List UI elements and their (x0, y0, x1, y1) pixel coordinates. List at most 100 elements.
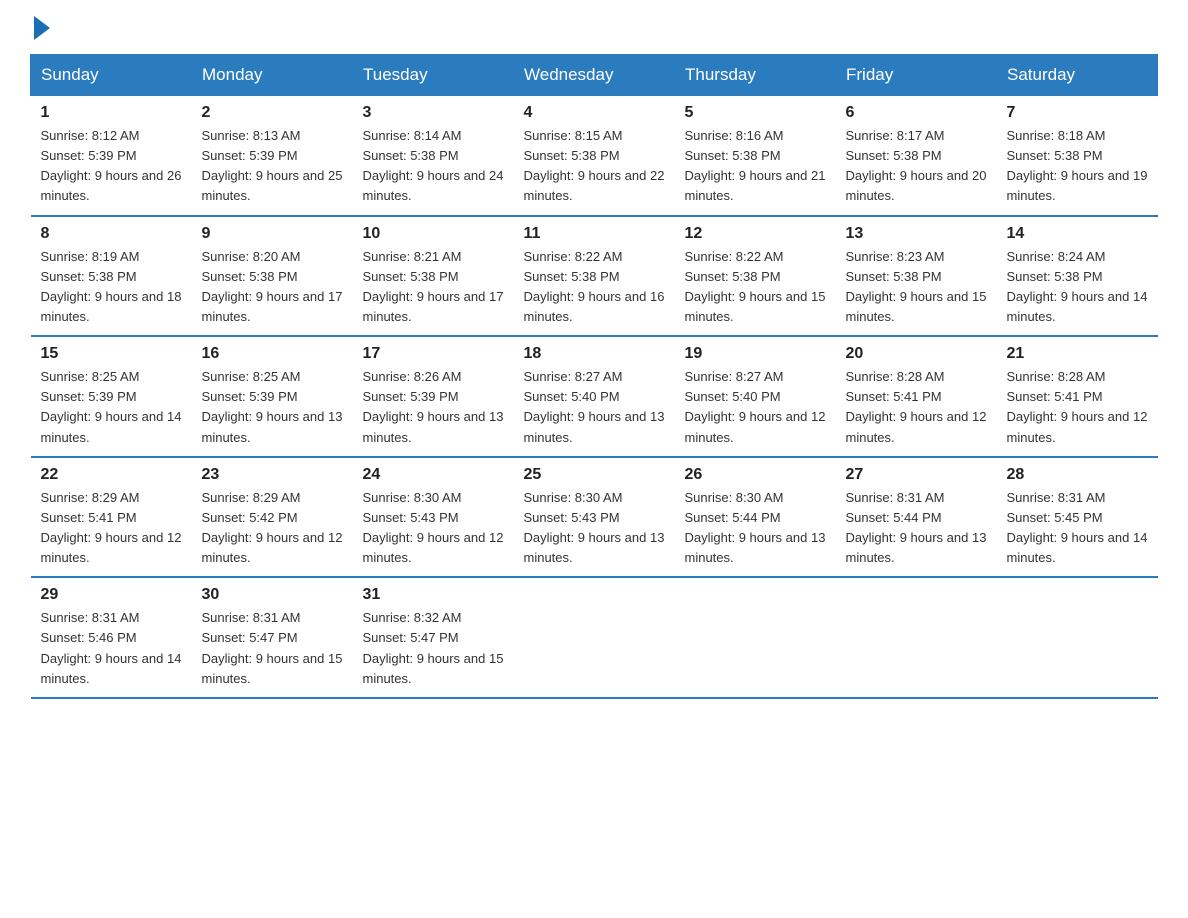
day-info: Sunrise: 8:31 AMSunset: 5:46 PMDaylight:… (41, 610, 182, 685)
day-number: 22 (41, 466, 182, 484)
day-info: Sunrise: 8:32 AMSunset: 5:47 PMDaylight:… (363, 610, 504, 685)
calendar-day-cell: 28 Sunrise: 8:31 AMSunset: 5:45 PMDaylig… (997, 457, 1158, 578)
day-info: Sunrise: 8:29 AMSunset: 5:42 PMDaylight:… (202, 490, 343, 565)
calendar-day-cell: 12 Sunrise: 8:22 AMSunset: 5:38 PMDaylig… (675, 216, 836, 337)
day-info: Sunrise: 8:31 AMSunset: 5:45 PMDaylight:… (1007, 490, 1148, 565)
day-info: Sunrise: 8:31 AMSunset: 5:47 PMDaylight:… (202, 610, 343, 685)
day-number: 3 (363, 104, 504, 122)
day-number: 29 (41, 586, 182, 604)
header-cell-monday: Monday (192, 55, 353, 96)
day-number: 28 (1007, 466, 1148, 484)
day-number: 1 (41, 104, 182, 122)
calendar-day-cell (514, 577, 675, 698)
day-number: 4 (524, 104, 665, 122)
calendar-day-cell: 19 Sunrise: 8:27 AMSunset: 5:40 PMDaylig… (675, 336, 836, 457)
calendar-day-cell: 5 Sunrise: 8:16 AMSunset: 5:38 PMDayligh… (675, 96, 836, 216)
day-number: 17 (363, 345, 504, 363)
calendar-table: SundayMondayTuesdayWednesdayThursdayFrid… (30, 54, 1158, 699)
day-number: 10 (363, 225, 504, 243)
calendar-day-cell: 15 Sunrise: 8:25 AMSunset: 5:39 PMDaylig… (31, 336, 192, 457)
calendar-day-cell: 2 Sunrise: 8:13 AMSunset: 5:39 PMDayligh… (192, 96, 353, 216)
calendar-day-cell: 3 Sunrise: 8:14 AMSunset: 5:38 PMDayligh… (353, 96, 514, 216)
header-cell-saturday: Saturday (997, 55, 1158, 96)
day-info: Sunrise: 8:22 AMSunset: 5:38 PMDaylight:… (685, 249, 826, 324)
day-info: Sunrise: 8:27 AMSunset: 5:40 PMDaylight:… (524, 369, 665, 444)
day-number: 19 (685, 345, 826, 363)
day-info: Sunrise: 8:17 AMSunset: 5:38 PMDaylight:… (846, 128, 987, 203)
calendar-week-row: 29 Sunrise: 8:31 AMSunset: 5:46 PMDaylig… (31, 577, 1158, 698)
day-info: Sunrise: 8:21 AMSunset: 5:38 PMDaylight:… (363, 249, 504, 324)
day-info: Sunrise: 8:22 AMSunset: 5:38 PMDaylight:… (524, 249, 665, 324)
day-info: Sunrise: 8:18 AMSunset: 5:38 PMDaylight:… (1007, 128, 1148, 203)
calendar-day-cell: 26 Sunrise: 8:30 AMSunset: 5:44 PMDaylig… (675, 457, 836, 578)
day-info: Sunrise: 8:25 AMSunset: 5:39 PMDaylight:… (41, 369, 182, 444)
day-info: Sunrise: 8:23 AMSunset: 5:38 PMDaylight:… (846, 249, 987, 324)
calendar-day-cell: 17 Sunrise: 8:26 AMSunset: 5:39 PMDaylig… (353, 336, 514, 457)
logo-arrow-icon (34, 16, 50, 40)
day-info: Sunrise: 8:25 AMSunset: 5:39 PMDaylight:… (202, 369, 343, 444)
calendar-day-cell: 30 Sunrise: 8:31 AMSunset: 5:47 PMDaylig… (192, 577, 353, 698)
calendar-day-cell: 10 Sunrise: 8:21 AMSunset: 5:38 PMDaylig… (353, 216, 514, 337)
day-number: 16 (202, 345, 343, 363)
day-info: Sunrise: 8:30 AMSunset: 5:44 PMDaylight:… (685, 490, 826, 565)
day-number: 30 (202, 586, 343, 604)
calendar-week-row: 22 Sunrise: 8:29 AMSunset: 5:41 PMDaylig… (31, 457, 1158, 578)
day-info: Sunrise: 8:27 AMSunset: 5:40 PMDaylight:… (685, 369, 826, 444)
day-info: Sunrise: 8:15 AMSunset: 5:38 PMDaylight:… (524, 128, 665, 203)
day-info: Sunrise: 8:30 AMSunset: 5:43 PMDaylight:… (363, 490, 504, 565)
header-cell-sunday: Sunday (31, 55, 192, 96)
day-info: Sunrise: 8:12 AMSunset: 5:39 PMDaylight:… (41, 128, 182, 203)
calendar-day-cell: 18 Sunrise: 8:27 AMSunset: 5:40 PMDaylig… (514, 336, 675, 457)
calendar-day-cell: 31 Sunrise: 8:32 AMSunset: 5:47 PMDaylig… (353, 577, 514, 698)
calendar-day-cell: 4 Sunrise: 8:15 AMSunset: 5:38 PMDayligh… (514, 96, 675, 216)
day-info: Sunrise: 8:31 AMSunset: 5:44 PMDaylight:… (846, 490, 987, 565)
calendar-day-cell: 22 Sunrise: 8:29 AMSunset: 5:41 PMDaylig… (31, 457, 192, 578)
day-number: 13 (846, 225, 987, 243)
calendar-day-cell: 11 Sunrise: 8:22 AMSunset: 5:38 PMDaylig… (514, 216, 675, 337)
header-cell-tuesday: Tuesday (353, 55, 514, 96)
header-cell-friday: Friday (836, 55, 997, 96)
day-number: 23 (202, 466, 343, 484)
logo (30, 20, 50, 34)
day-number: 24 (363, 466, 504, 484)
calendar-week-row: 8 Sunrise: 8:19 AMSunset: 5:38 PMDayligh… (31, 216, 1158, 337)
calendar-week-row: 1 Sunrise: 8:12 AMSunset: 5:39 PMDayligh… (31, 96, 1158, 216)
calendar-day-cell: 14 Sunrise: 8:24 AMSunset: 5:38 PMDaylig… (997, 216, 1158, 337)
day-number: 25 (524, 466, 665, 484)
day-info: Sunrise: 8:13 AMSunset: 5:39 PMDaylight:… (202, 128, 343, 203)
day-number: 6 (846, 104, 987, 122)
day-number: 18 (524, 345, 665, 363)
calendar-day-cell: 16 Sunrise: 8:25 AMSunset: 5:39 PMDaylig… (192, 336, 353, 457)
calendar-day-cell (675, 577, 836, 698)
calendar-day-cell (997, 577, 1158, 698)
day-info: Sunrise: 8:28 AMSunset: 5:41 PMDaylight:… (1007, 369, 1148, 444)
calendar-body: 1 Sunrise: 8:12 AMSunset: 5:39 PMDayligh… (31, 96, 1158, 698)
day-number: 9 (202, 225, 343, 243)
day-number: 14 (1007, 225, 1148, 243)
day-number: 26 (685, 466, 826, 484)
header-row: SundayMondayTuesdayWednesdayThursdayFrid… (31, 55, 1158, 96)
calendar-day-cell: 25 Sunrise: 8:30 AMSunset: 5:43 PMDaylig… (514, 457, 675, 578)
calendar-day-cell: 7 Sunrise: 8:18 AMSunset: 5:38 PMDayligh… (997, 96, 1158, 216)
day-number: 12 (685, 225, 826, 243)
day-info: Sunrise: 8:19 AMSunset: 5:38 PMDaylight:… (41, 249, 182, 324)
day-info: Sunrise: 8:14 AMSunset: 5:38 PMDaylight:… (363, 128, 504, 203)
day-number: 20 (846, 345, 987, 363)
calendar-header: SundayMondayTuesdayWednesdayThursdayFrid… (31, 55, 1158, 96)
day-number: 5 (685, 104, 826, 122)
day-number: 15 (41, 345, 182, 363)
day-number: 11 (524, 225, 665, 243)
calendar-day-cell: 1 Sunrise: 8:12 AMSunset: 5:39 PMDayligh… (31, 96, 192, 216)
calendar-day-cell: 8 Sunrise: 8:19 AMSunset: 5:38 PMDayligh… (31, 216, 192, 337)
calendar-day-cell: 27 Sunrise: 8:31 AMSunset: 5:44 PMDaylig… (836, 457, 997, 578)
calendar-day-cell: 21 Sunrise: 8:28 AMSunset: 5:41 PMDaylig… (997, 336, 1158, 457)
calendar-day-cell: 20 Sunrise: 8:28 AMSunset: 5:41 PMDaylig… (836, 336, 997, 457)
day-info: Sunrise: 8:28 AMSunset: 5:41 PMDaylight:… (846, 369, 987, 444)
calendar-day-cell: 23 Sunrise: 8:29 AMSunset: 5:42 PMDaylig… (192, 457, 353, 578)
day-info: Sunrise: 8:30 AMSunset: 5:43 PMDaylight:… (524, 490, 665, 565)
calendar-day-cell (836, 577, 997, 698)
calendar-day-cell: 24 Sunrise: 8:30 AMSunset: 5:43 PMDaylig… (353, 457, 514, 578)
day-number: 7 (1007, 104, 1148, 122)
calendar-day-cell: 6 Sunrise: 8:17 AMSunset: 5:38 PMDayligh… (836, 96, 997, 216)
calendar-day-cell: 13 Sunrise: 8:23 AMSunset: 5:38 PMDaylig… (836, 216, 997, 337)
